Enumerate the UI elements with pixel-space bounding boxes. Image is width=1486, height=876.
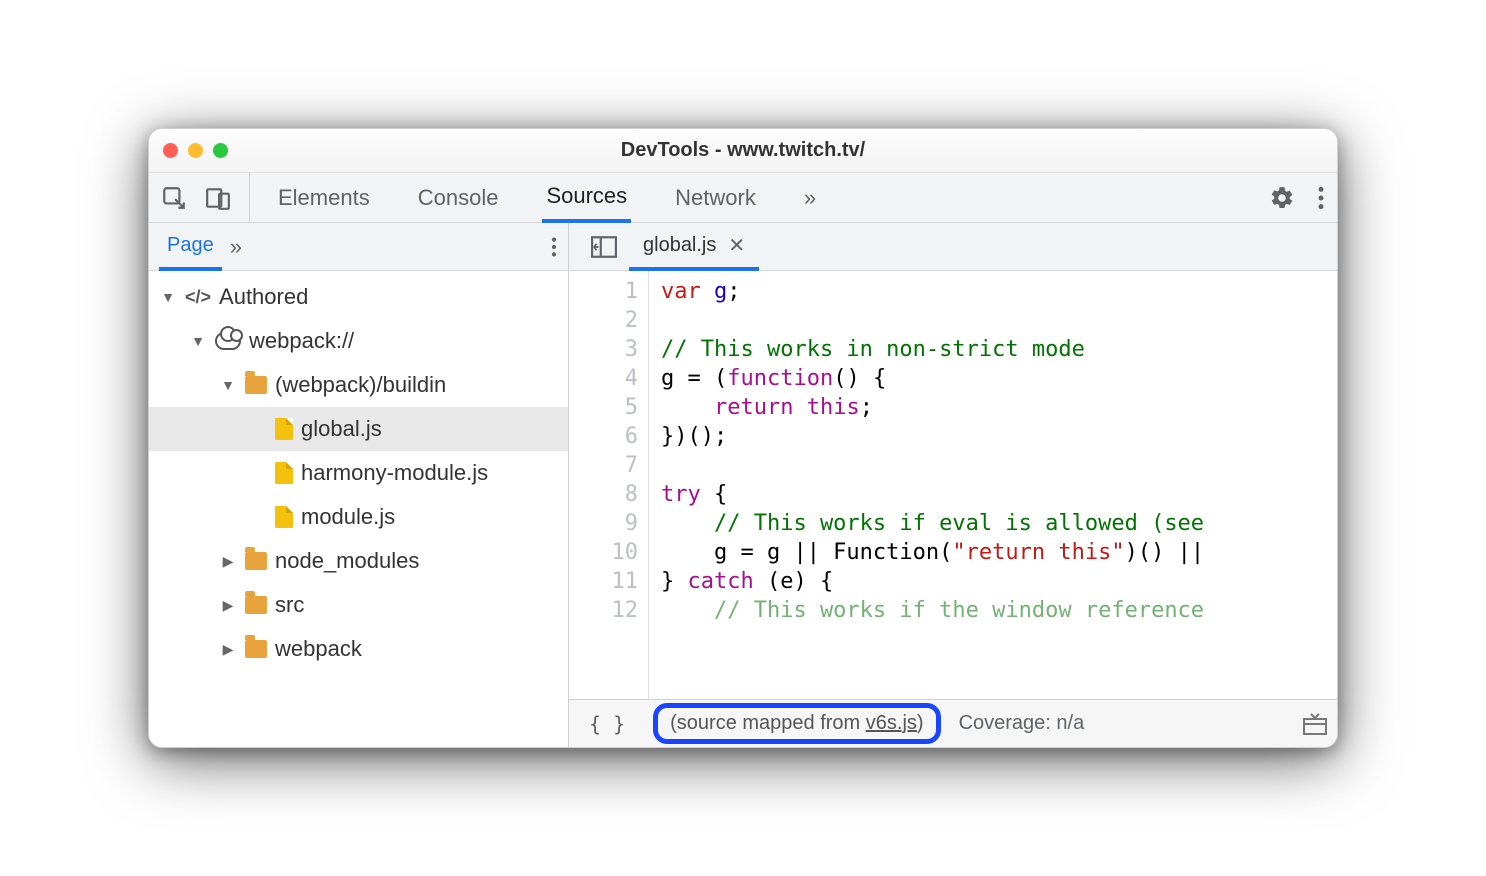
pretty-print-button[interactable]: { } [579, 712, 635, 736]
tree-node-buildin[interactable]: ▼ (webpack)/buildin [149, 363, 568, 407]
tree-label: (webpack)/buildin [275, 372, 446, 398]
file-tree: ▼ </> Authored ▼ webpack:// ▼ (webpack)/… [149, 271, 568, 747]
editor-tab-label: global.js [643, 234, 716, 257]
chevron-down-icon: ▼ [189, 333, 207, 349]
chevron-right-icon: ▶ [219, 641, 237, 658]
chevron-right-icon: ▶ [219, 597, 237, 614]
device-toolbar-icon[interactable] [205, 185, 231, 211]
toggle-console-drawer-icon[interactable] [1303, 713, 1327, 735]
tree-label: node_modules [275, 548, 419, 574]
chevron-down-icon: ▼ [159, 289, 177, 305]
file-icon [275, 506, 293, 528]
tree-label: module.js [301, 504, 395, 530]
tree-file-global[interactable]: global.js [149, 407, 568, 451]
folder-icon [245, 640, 267, 658]
workspace: Page » ▼ </> Authored ▼ webpack:// [149, 223, 1337, 747]
tree-label: webpack:// [249, 328, 354, 354]
navigator-tab-page[interactable]: Page [159, 223, 222, 271]
editor-panel: global.js ✕ 123456 789101112 var g; // T… [569, 223, 1337, 747]
chevron-right-icon: ▶ [219, 553, 237, 570]
navigator-more-tabs[interactable]: » [222, 223, 250, 270]
tab-network[interactable]: Network [671, 173, 760, 222]
minimize-window-button[interactable] [188, 143, 203, 158]
editor-tabstrip: global.js ✕ [569, 223, 1337, 271]
tree-file-harmony-module[interactable]: harmony-module.js [149, 451, 568, 495]
chevron-down-icon: ▼ [219, 377, 237, 393]
navigator-tabs: Page » [149, 223, 568, 271]
window-controls [163, 143, 228, 158]
tree-node-webpack-scheme[interactable]: ▼ webpack:// [149, 319, 568, 363]
toggle-navigator-icon[interactable] [579, 223, 629, 270]
file-icon [275, 418, 293, 440]
source-map-link[interactable]: v6s.js [866, 712, 917, 734]
titlebar: DevTools - www.twitch.tv/ [149, 129, 1337, 173]
tree-label: src [275, 592, 304, 618]
tree-label: Authored [219, 284, 308, 310]
tree-label: webpack [275, 636, 362, 662]
tree-node-node-modules[interactable]: ▶ node_modules [149, 539, 568, 583]
settings-icon[interactable] [1269, 185, 1295, 211]
editor-tab-global[interactable]: global.js ✕ [629, 223, 759, 271]
tab-elements[interactable]: Elements [274, 173, 374, 222]
source-mapped-badge: (source mapped from v6s.js) [653, 703, 940, 744]
tab-console[interactable]: Console [414, 173, 503, 222]
tree-node-src[interactable]: ▶ src [149, 583, 568, 627]
close-window-button[interactable] [163, 143, 178, 158]
close-tab-icon[interactable]: ✕ [728, 233, 745, 258]
source-code[interactable]: var g; // This works in non-strict mode … [649, 271, 1337, 699]
code-brackets-icon: </> [185, 287, 211, 308]
tree-label: harmony-module.js [301, 460, 488, 486]
tree-node-authored[interactable]: ▼ </> Authored [149, 275, 568, 319]
code-area: 123456 789101112 var g; // This works in… [569, 271, 1337, 699]
main-tabstrip: Elements Console Sources Network » [149, 173, 1337, 223]
navigator-sidebar: Page » ▼ </> Authored ▼ webpack:// [149, 223, 569, 747]
folder-icon [245, 376, 267, 394]
tree-label: global.js [301, 416, 382, 442]
tree-node-webpack[interactable]: ▶ webpack [149, 627, 568, 671]
tab-sources[interactable]: Sources [542, 173, 631, 223]
file-icon [275, 462, 293, 484]
cloud-icon [215, 332, 241, 350]
window-title: DevTools - www.twitch.tv/ [149, 139, 1337, 162]
coverage-status: Coverage: n/a [959, 712, 1085, 735]
folder-icon [245, 552, 267, 570]
navigator-menu-icon[interactable] [550, 236, 558, 258]
folder-icon [245, 596, 267, 614]
editor-footer: { } (source mapped from v6s.js) Coverage… [569, 699, 1337, 747]
line-gutter: 123456 789101112 [569, 271, 649, 699]
kebab-menu-icon[interactable] [1317, 185, 1325, 211]
devtools-window: DevTools - www.twitch.tv/ Elements Conso… [148, 128, 1338, 748]
more-tabs-button[interactable]: » [800, 173, 820, 222]
tree-file-module[interactable]: module.js [149, 495, 568, 539]
inspect-element-icon[interactable] [161, 185, 187, 211]
maximize-window-button[interactable] [213, 143, 228, 158]
